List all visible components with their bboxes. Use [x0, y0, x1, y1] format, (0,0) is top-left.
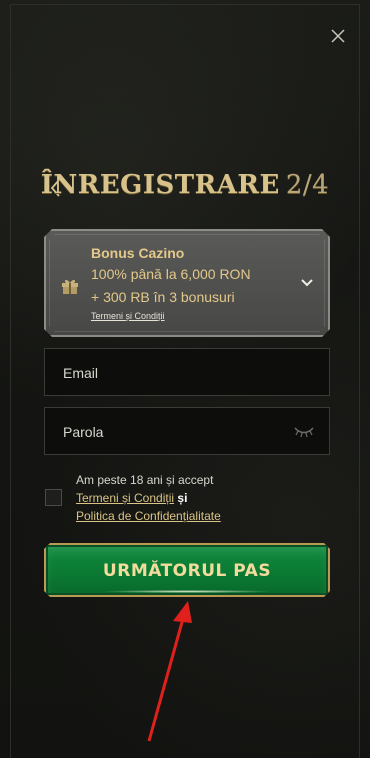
bonus-terms-link[interactable]: Termeni și Condiții	[91, 311, 165, 321]
next-step-button[interactable]: URMĂTORUL PAS	[44, 543, 330, 597]
password-field[interactable]: Parola	[44, 407, 330, 455]
annotation-arrow	[147, 601, 192, 742]
registration-header: ÎNREGISTRARE 2/4	[0, 168, 370, 208]
terms-checkbox[interactable]	[45, 489, 62, 506]
consent-and: și	[177, 491, 188, 505]
chevron-down-icon	[300, 277, 314, 289]
consent-statement: Am peste 18 ani și accept	[76, 473, 214, 487]
bonus-offer-line-1: 100% până la 6,000 RON	[91, 266, 251, 282]
consent-text: Am peste 18 ani și accept Termeni și Con…	[76, 471, 296, 525]
email-field[interactable]: Email	[44, 348, 330, 396]
password-placeholder: Parola	[63, 424, 104, 440]
step-indicator: 2/4	[285, 170, 330, 200]
title-text: ÎNREGISTRARE	[40, 170, 280, 200]
gift-icon	[60, 276, 80, 296]
close-button[interactable]	[328, 26, 348, 46]
bonus-selector[interactable]: Bonus Cazino 100% până la 6,000 RON + 30…	[44, 229, 330, 337]
page-title: ÎNREGISTRARE 2/4	[0, 170, 370, 200]
privacy-policy-link[interactable]: Politica de Confidențialitate	[76, 509, 221, 523]
terms-link[interactable]: Termeni și Condiții	[76, 491, 174, 505]
close-icon	[331, 29, 345, 43]
next-step-label: URMĂTORUL PAS	[102, 561, 272, 581]
eye-closed-icon[interactable]	[293, 425, 315, 439]
email-placeholder: Email	[63, 365, 99, 381]
bonus-offer-line-2: + 300 RB în 3 bonusuri	[91, 289, 235, 305]
bonus-title: Bonus Cazino	[91, 245, 185, 261]
